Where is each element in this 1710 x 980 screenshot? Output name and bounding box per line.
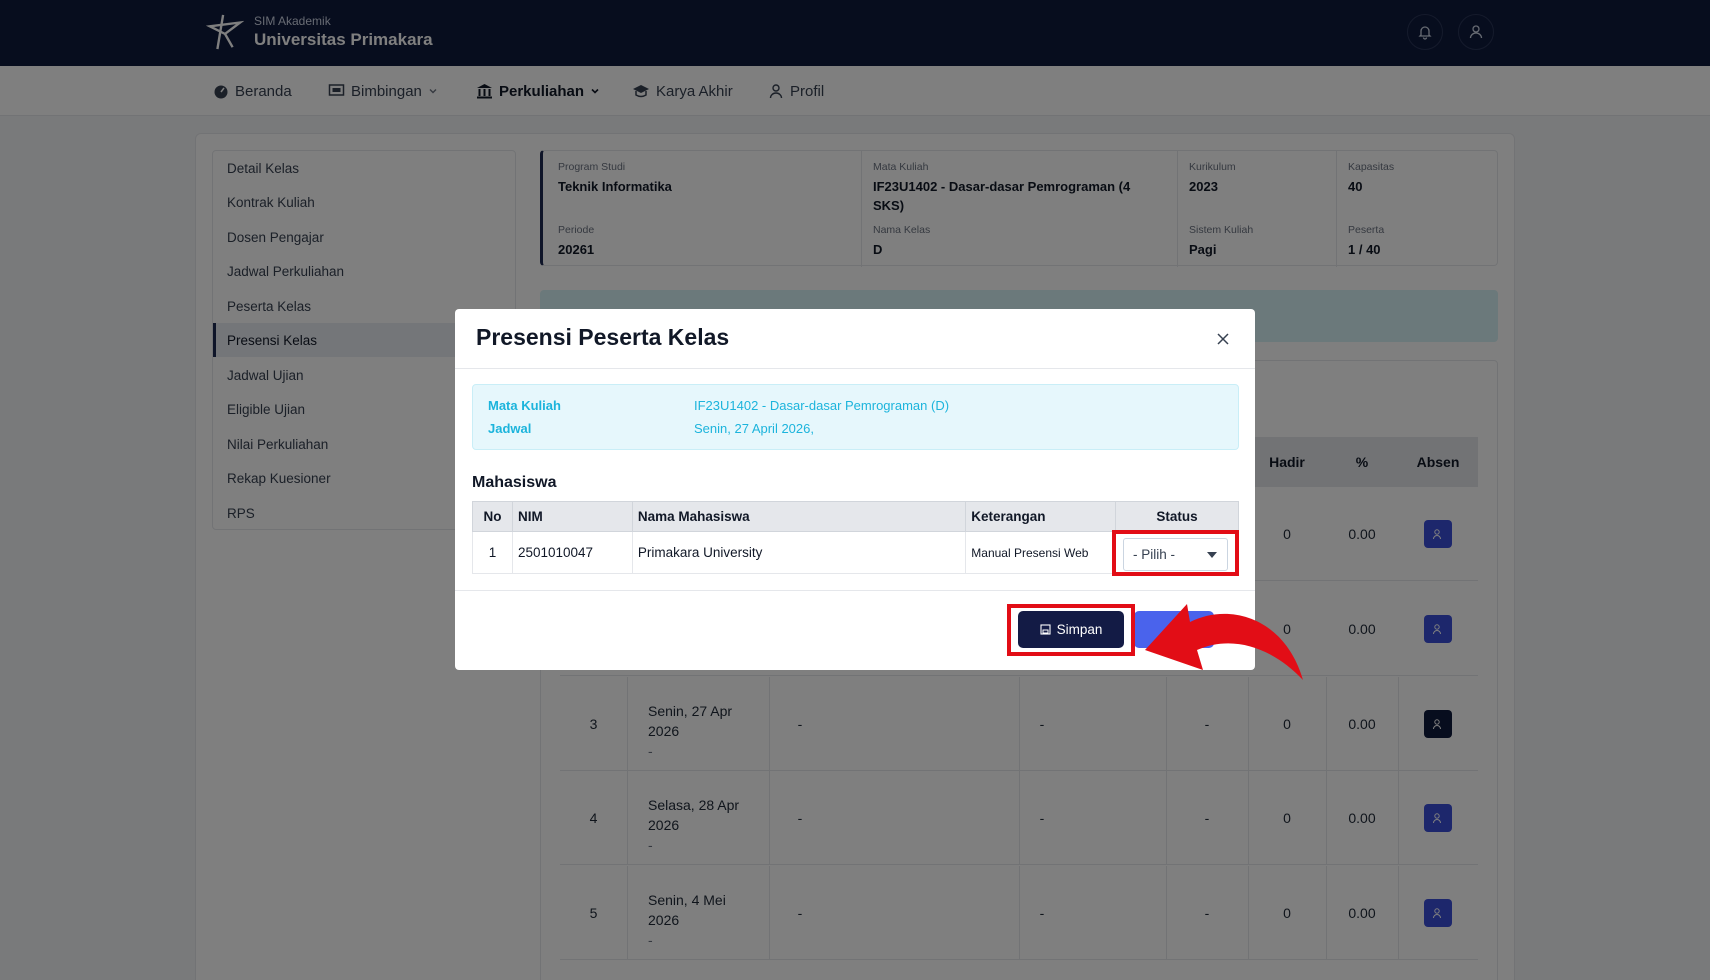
course-info-box: Mata Kuliah IF23U1402 - Dasar-dasar Pemr… — [472, 384, 1239, 450]
th-nim: NIM — [511, 501, 633, 532]
cell-no: 1 — [472, 531, 513, 574]
th-no: No — [472, 501, 513, 532]
course-value: IF23U1402 - Dasar-dasar Pemrograman (D) — [694, 398, 950, 413]
schedule-value: Senin, 27 April 2026, — [694, 421, 814, 436]
close-icon — [1217, 333, 1229, 345]
th-status: Status — [1115, 501, 1239, 532]
course-label: Mata Kuliah — [488, 398, 561, 413]
modal-title: Presensi Peserta Kelas — [476, 324, 730, 350]
close-button[interactable] — [1211, 327, 1235, 351]
cell-nim: 2501010047 — [511, 531, 633, 574]
cell-keterangan: Manual Presensi Web — [965, 531, 1117, 574]
th-nama: Nama Mahasiswa — [631, 501, 967, 532]
save-highlight — [1007, 604, 1135, 656]
th-keterangan: Keterangan — [965, 501, 1117, 532]
section-title: Mahasiswa — [472, 474, 557, 491]
cell-nama: Primakara University — [631, 531, 967, 574]
red-arrow-icon — [1145, 604, 1303, 680]
modal-header: Presensi Peserta Kelas — [455, 309, 1255, 369]
status-highlight — [1112, 530, 1239, 576]
schedule-label: Jadwal — [488, 421, 532, 436]
